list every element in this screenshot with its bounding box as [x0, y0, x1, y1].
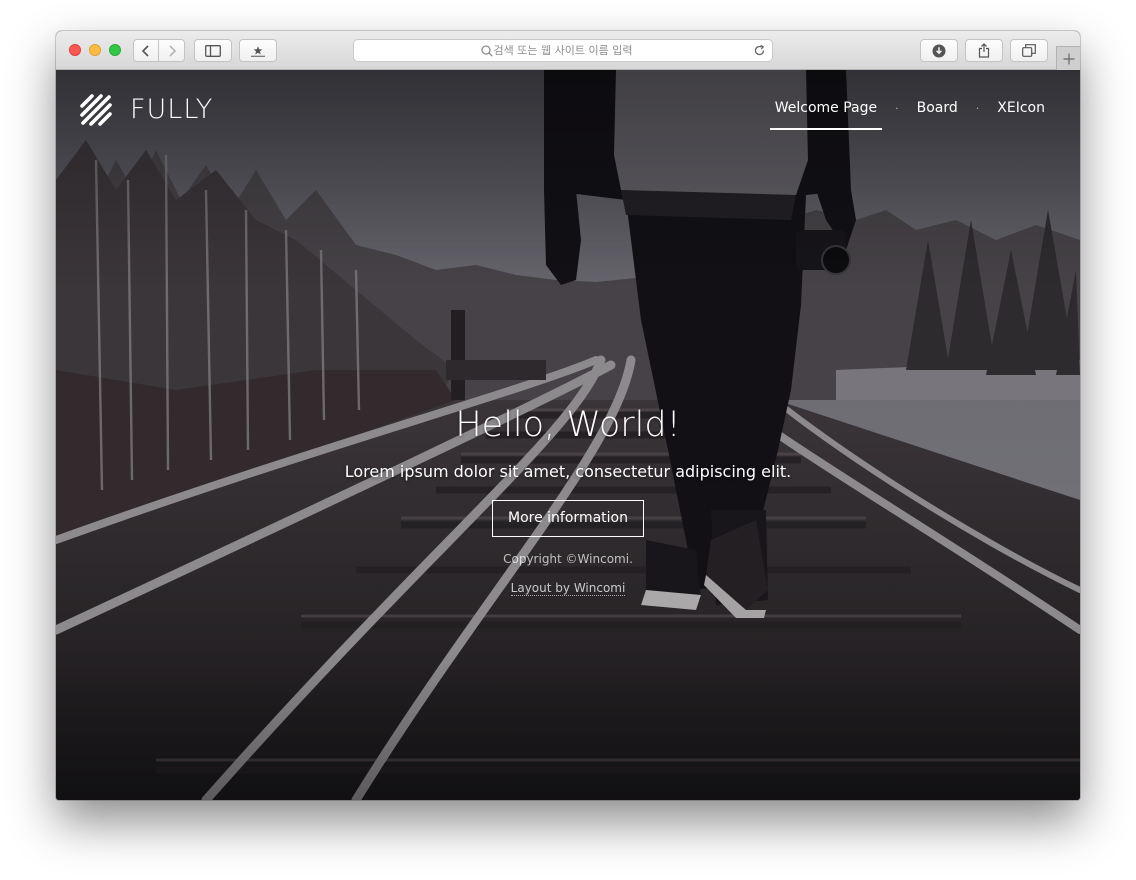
sidebar-icon	[205, 44, 221, 57]
back-icon	[141, 44, 149, 57]
address-input[interactable]	[354, 40, 772, 61]
main-nav: Welcome Page · Board · XEIcon	[769, 90, 1050, 130]
nav-separator: ·	[895, 102, 899, 115]
zoom-window-button[interactable]	[109, 44, 121, 56]
browser-toolbar	[56, 31, 1080, 70]
hero-content: Hello, World! Lorem ipsum dolor sit amet…	[56, 400, 1080, 597]
hero-subtitle: Lorem ipsum dolor sit amet, consectetur …	[344, 462, 792, 481]
layout-credit: Layout by Wincomi	[56, 580, 1080, 597]
minimize-window-button[interactable]	[89, 44, 101, 56]
reload-icon[interactable]	[753, 44, 766, 57]
download-icon	[932, 44, 946, 57]
new-tab-icon	[1063, 53, 1074, 64]
tabs-icon	[1022, 44, 1036, 57]
downloads-button[interactable]	[920, 39, 958, 62]
more-information-button[interactable]: More information	[492, 500, 644, 537]
logo-icon	[80, 94, 112, 126]
layout-credit-prefix: Layout by	[510, 581, 570, 595]
webpage: FULLY Welcome Page · Board · XEIcon Hell…	[56, 70, 1080, 800]
hero-title: Hello, World!	[455, 405, 681, 445]
forward-button[interactable]	[159, 39, 185, 62]
sidebar-button[interactable]	[194, 39, 232, 62]
brand-name: FULLY	[130, 94, 214, 125]
tabs-overview-button[interactable]	[1010, 39, 1048, 62]
share-icon	[978, 43, 990, 58]
browser-window: FULLY Welcome Page · Board · XEIcon Hell…	[56, 31, 1080, 800]
nav-separator: ·	[975, 102, 980, 115]
forward-icon	[168, 44, 176, 57]
address-bar[interactable]	[353, 39, 773, 62]
close-window-button[interactable]	[69, 44, 81, 56]
nav-board[interactable]: Board	[912, 90, 963, 128]
bookmarks-button[interactable]	[239, 39, 277, 62]
bookmarks-icon	[251, 45, 265, 57]
layout-credit-author: Wincomi	[573, 581, 626, 595]
share-button[interactable]	[965, 39, 1003, 62]
back-button[interactable]	[133, 39, 159, 62]
nav-xeicon[interactable]: XEIcon	[992, 90, 1050, 128]
site-brand[interactable]: FULLY	[78, 92, 213, 128]
nav-welcome-page[interactable]: Welcome Page	[769, 90, 883, 130]
copyright-text: Copyright ©Wincomi.	[503, 552, 633, 566]
new-tab-button[interactable]	[1056, 46, 1080, 70]
layout-credit-link[interactable]: Layout by Wincomi	[510, 581, 626, 596]
